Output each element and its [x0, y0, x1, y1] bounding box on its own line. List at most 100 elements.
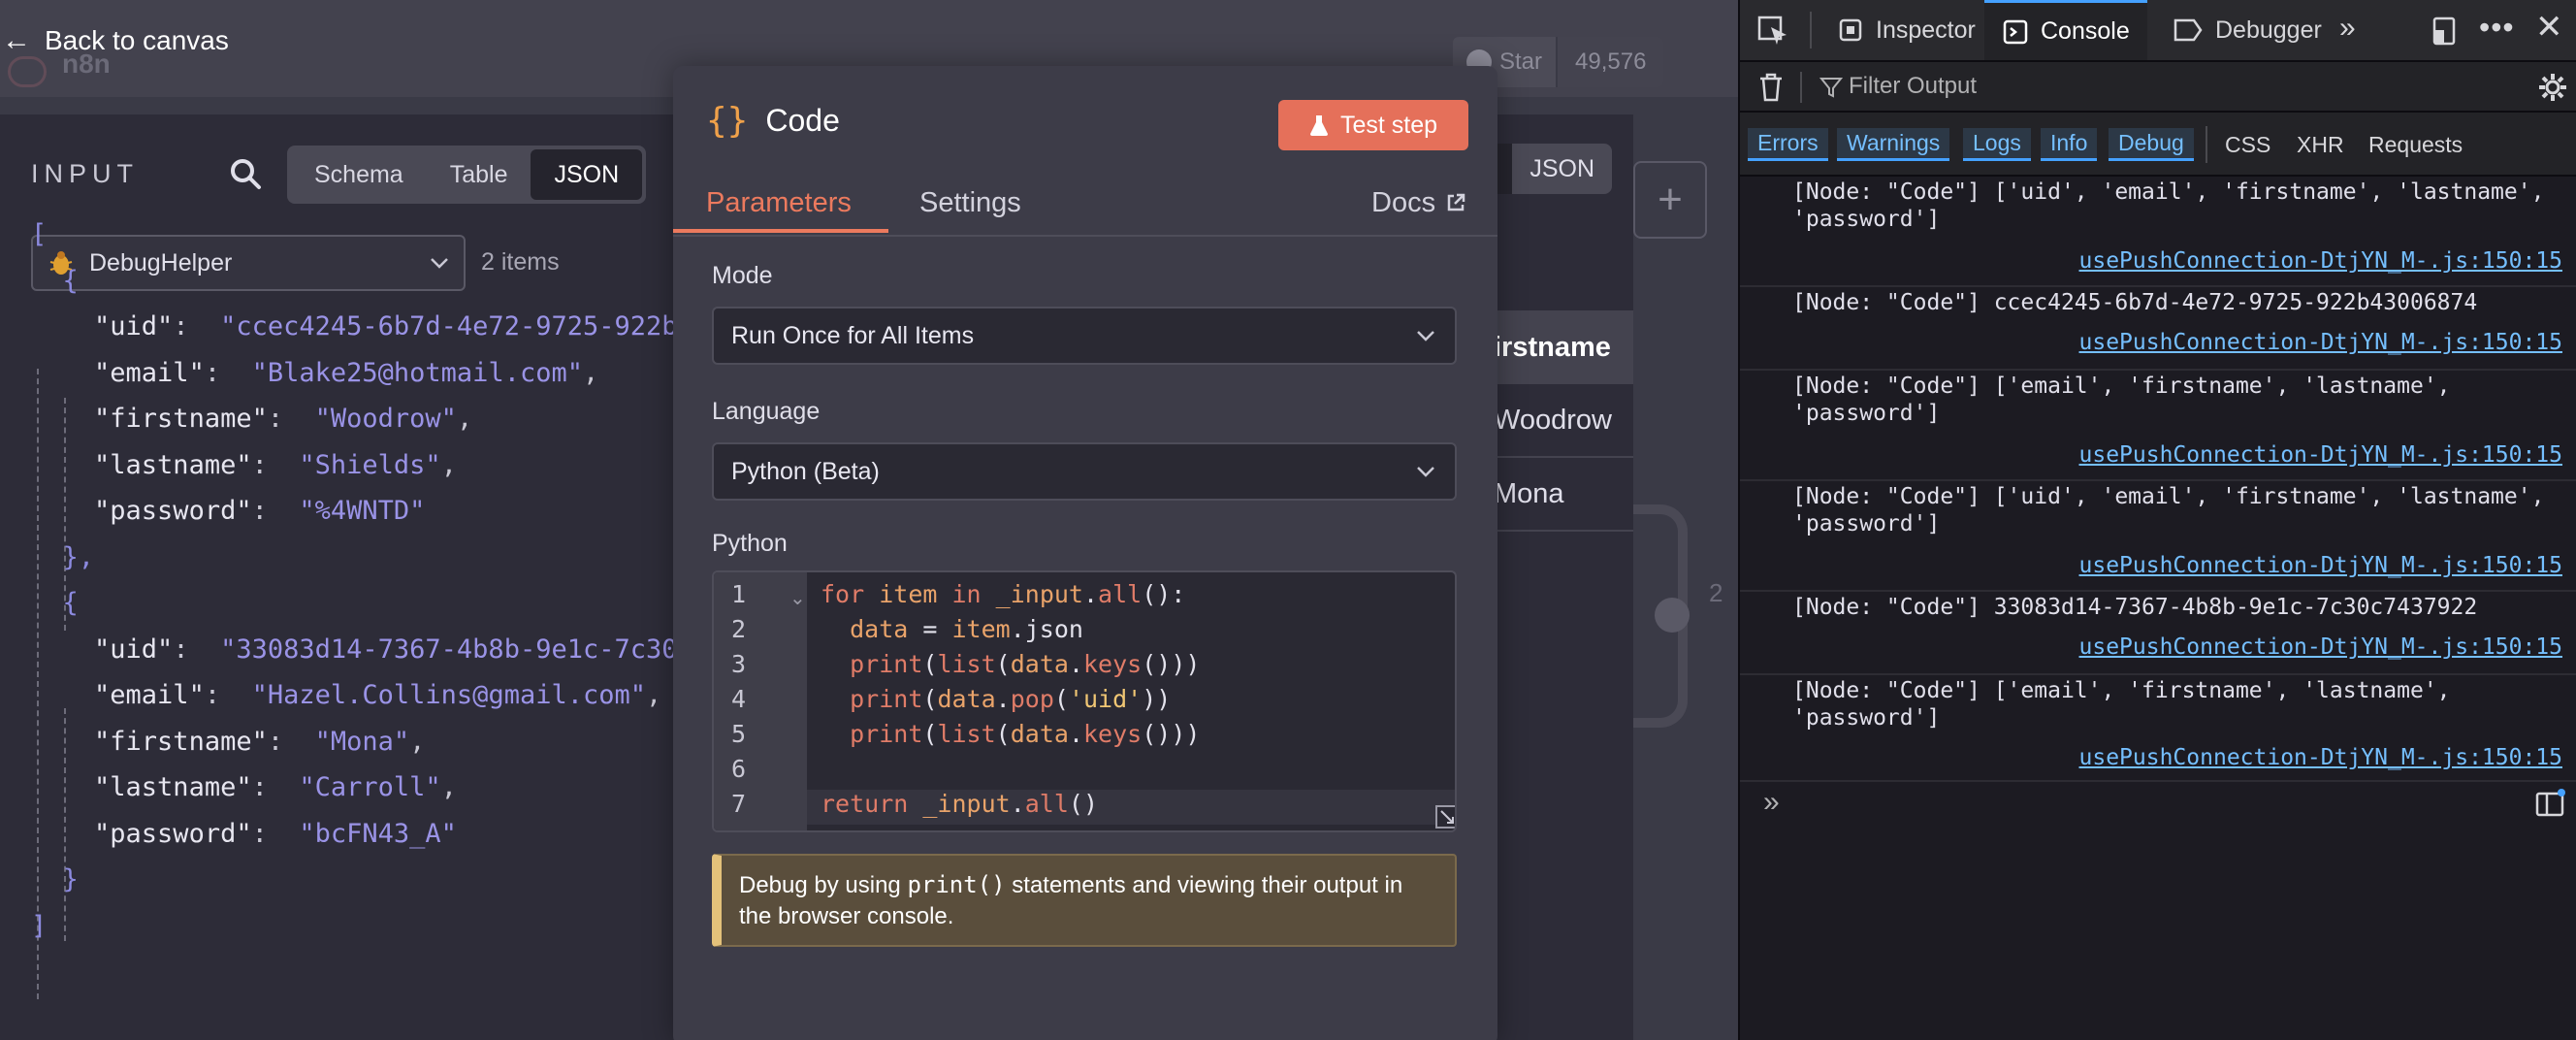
toolbar-divider	[1810, 12, 1812, 49]
toolbar-divider	[1800, 72, 1802, 103]
filter-logs[interactable]: Logs	[1963, 128, 2031, 161]
message-source-link[interactable]: usePushConnection-DtjYN_M-.js:150:15	[2079, 745, 2563, 770]
tab-debugger[interactable]: Debugger	[2159, 0, 2335, 60]
message-source-link[interactable]: usePushConnection-DtjYN_M-.js:150:15	[2079, 553, 2563, 578]
modal-tabs: Parameters Settings Docs	[673, 171, 1497, 237]
console-message: [Node: "Code"] ['uid', 'email', 'firstna…	[1740, 481, 2576, 592]
star-count: 49,576	[1556, 37, 1664, 87]
mode-value: Run Once for All Items	[731, 321, 975, 349]
add-node-button[interactable]: +	[1633, 161, 1707, 239]
tab-settings[interactable]: Settings	[919, 171, 1021, 235]
json-value-uid: "33083d14-7367-4b8b-9e1c-7c30	[220, 634, 678, 665]
line-number: 6	[731, 755, 747, 783]
filter-icon	[1819, 78, 1843, 98]
modal-title: {} Code	[706, 101, 840, 141]
back-label: Back to canvas	[45, 25, 229, 55]
active-tab-indicator	[673, 229, 888, 233]
message-text: [Node: "Code"] ['email', 'firstname', 'l…	[1792, 678, 2451, 731]
json-value-email: "Blake25@hotmail.com"	[251, 357, 583, 388]
flask-icon	[1309, 115, 1328, 136]
message-source-link[interactable]: usePushConnection-DtjYN_M-.js:150:15	[2079, 634, 2563, 660]
tab-json[interactable]: JSON	[1512, 144, 1612, 194]
console-input-prompt[interactable]: »	[1763, 786, 1780, 819]
fold-chevron-icon[interactable]: ⌄	[789, 586, 806, 610]
code-node-modal: {} Code Test step Parameters Settings Do…	[673, 66, 1497, 1040]
message-source-link[interactable]: usePushConnection-DtjYN_M-.js:150:15	[2079, 442, 2563, 468]
json-value-password: "bcFN43_A"	[299, 818, 457, 849]
json-value-password: "%4WNTD"	[299, 496, 426, 526]
tab-debugger-label: Debugger	[2215, 16, 2322, 44]
table-cell: Mona	[1494, 458, 1633, 532]
tab-console-label: Console	[2041, 17, 2130, 45]
filter-requests[interactable]: Requests	[2368, 128, 2463, 161]
line-number: 1	[731, 580, 747, 608]
message-text: [Node: "Code"] ['uid', 'email', 'firstna…	[1792, 484, 2545, 536]
element-picker-icon[interactable]	[1757, 16, 1790, 47]
column-header-firstname: irstname	[1494, 310, 1633, 384]
connection-dot[interactable]	[1655, 598, 1690, 633]
filter-errors[interactable]: Errors	[1748, 128, 1828, 161]
console-level-filters: Errors Warnings Logs Info Debug CSS XHR …	[1740, 113, 2576, 177]
json-value-uid: "ccec4245-6b7d-4e72-9725-922b	[220, 311, 678, 341]
tab-parameters-label: Parameters	[706, 186, 852, 218]
tab-inspector[interactable]: Inspector	[1821, 0, 1991, 60]
code-line: print(list(data.keys()))	[850, 720, 1201, 748]
docs-link[interactable]: Docs	[1371, 171, 1466, 235]
connection-count: 2	[1709, 578, 1723, 607]
more-options-icon[interactable]: •••	[2479, 10, 2515, 46]
filter-output-input[interactable]: Filter Output	[1849, 73, 1977, 100]
docs-label: Docs	[1371, 186, 1436, 218]
line-number: 3	[731, 650, 747, 678]
browser-devtools: Inspector Console Debugger » ••• ✕ Filte…	[1738, 0, 2576, 1040]
tab-schema[interactable]: Schema	[291, 149, 427, 200]
tab-inspector-label: Inspector	[1876, 16, 1976, 44]
console-message: [Node: "Code"] ccec4245-6b7d-4e72-9725-9…	[1740, 287, 2576, 371]
console-message: [Node: "Code"] ['email', 'firstname', 'l…	[1740, 675, 2576, 782]
filter-info[interactable]: Info	[2041, 128, 2098, 161]
tab-table[interactable]: Table	[427, 149, 531, 200]
message-source-link[interactable]: usePushConnection-DtjYN_M-.js:150:15	[2079, 248, 2563, 274]
code-line: return _input.all()	[821, 790, 1099, 818]
tab-parameters[interactable]: Parameters	[706, 171, 852, 235]
message-source-link[interactable]: usePushConnection-DtjYN_M-.js:150:15	[2079, 330, 2563, 355]
message-text: [Node: "Code"] ['uid', 'email', 'firstna…	[1792, 179, 2545, 232]
notice-code: print()	[907, 871, 1006, 898]
n8n-app: n8n ← Back to canvas Star 49,576 INPUT S…	[0, 0, 1738, 1040]
message-text: [Node: "Code"] ['email', 'firstname', 'l…	[1792, 374, 2451, 426]
json-viewer: [ { "uid": "ccec4245-6b7d-4e72-9725-922b…	[31, 219, 678, 941]
gear-icon[interactable]	[2537, 72, 2568, 103]
line-number: 4	[731, 685, 747, 713]
table-cell: Woodrow	[1494, 384, 1633, 458]
test-step-button[interactable]: Test step	[1278, 100, 1468, 150]
close-icon[interactable]: ✕	[2535, 8, 2563, 47]
code-editor[interactable]: ⌄ 1 2 3 4 5 6 7 for item in _input.all()…	[712, 570, 1457, 832]
test-step-label: Test step	[1339, 111, 1438, 139]
sidebar-toggle-icon[interactable]	[2535, 788, 2566, 817]
line-number: 5	[731, 720, 747, 748]
more-tabs-icon[interactable]: »	[2339, 12, 2356, 45]
expand-editor-icon[interactable]	[1435, 805, 1457, 829]
filter-css[interactable]: CSS	[2225, 128, 2270, 161]
n8n-logo-icon	[8, 56, 47, 87]
search-icon[interactable]	[229, 157, 262, 190]
star-label: Star	[1499, 49, 1543, 75]
filter-warnings[interactable]: Warnings	[1837, 128, 1950, 161]
tab-console[interactable]: Console	[1984, 0, 2147, 60]
back-to-canvas-button[interactable]: ← Back to canvas	[0, 25, 229, 56]
inspector-icon	[1839, 18, 1862, 42]
json-value-firstname: "Mona"	[314, 726, 410, 757]
trash-icon[interactable]	[1757, 72, 1785, 103]
external-link-icon	[1447, 193, 1465, 211]
dock-icon[interactable]	[2431, 16, 2460, 47]
mode-select[interactable]: Run Once for All Items	[712, 307, 1457, 365]
tab-json[interactable]: JSON	[531, 149, 643, 200]
chevron-down-icon	[1417, 331, 1434, 341]
input-title: INPUT	[31, 159, 139, 188]
chevron-down-icon	[1417, 467, 1434, 477]
console-filter-bar: Filter Output	[1740, 62, 2576, 113]
filter-debug[interactable]: Debug	[2109, 128, 2194, 161]
language-label: Language	[712, 398, 821, 425]
filter-xhr[interactable]: XHR	[2297, 128, 2344, 161]
language-select[interactable]: Python (Beta)	[712, 442, 1457, 501]
code-line: data = item.json	[850, 615, 1083, 643]
